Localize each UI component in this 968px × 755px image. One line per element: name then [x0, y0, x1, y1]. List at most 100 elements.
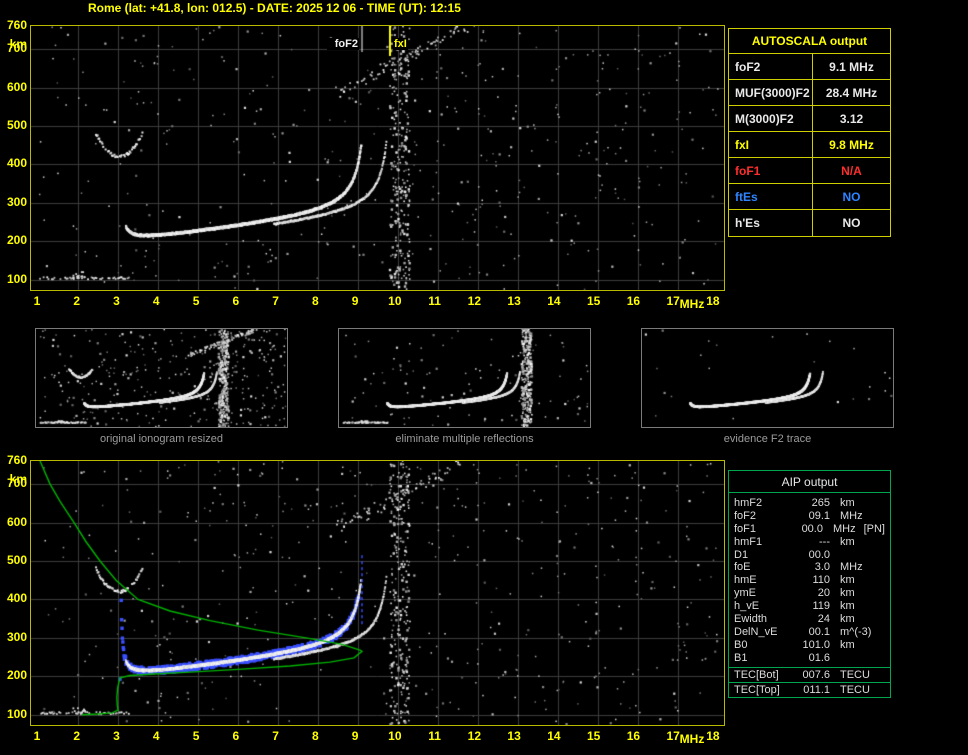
- autoscala-output-table: AUTOSCALA output foF2 9.1 MHz MUF(3000)F2 2…: [728, 28, 891, 237]
- aip-row: B1 01.6: [729, 652, 890, 665]
- thumbnail-original-ionogram: [35, 328, 288, 428]
- aip-label: B1: [734, 651, 748, 664]
- aip-value: 110: [812, 574, 830, 587]
- x-tick-label: 14: [547, 294, 561, 308]
- y-tick-label: 500: [6, 117, 27, 132]
- y-tick-label: 100: [6, 706, 27, 721]
- autoscala-row: fxI 9.8 MHz: [729, 132, 890, 158]
- aip-unit: km: [840, 535, 855, 548]
- y-tick-label: 500: [6, 552, 27, 567]
- x-tick-label: 15: [586, 729, 601, 743]
- aip-row: foF1 00.0 MHz [PN]: [729, 523, 890, 536]
- param-label: foF1: [729, 158, 813, 183]
- aip-value: 01.6: [808, 651, 830, 664]
- aip-value: 119: [812, 600, 830, 613]
- aip-row: TEC[Top] 011.1 TECU: [729, 683, 890, 697]
- x-tick-label: 4: [152, 729, 160, 743]
- x-tick-label: 4: [152, 294, 160, 308]
- x-axis-unit: MHz: [679, 732, 705, 746]
- aip-unit: km: [840, 638, 855, 651]
- y-axis-unit: km: [9, 472, 27, 486]
- aip-value: 24: [817, 613, 830, 626]
- param-label: ftEs: [729, 184, 813, 209]
- x-tick-label: 5: [192, 729, 200, 743]
- bottom-ionogram-panel: [30, 460, 725, 726]
- x-tick-label: 12: [467, 729, 482, 743]
- y-tick-label: 300: [6, 194, 27, 209]
- x-tick-label: 14: [547, 729, 561, 743]
- aip-label: hmF2: [734, 497, 763, 509]
- autoscala-row: foF1 N/A: [729, 158, 890, 184]
- autoscala-row: foF2 9.1 MHz: [729, 54, 890, 80]
- x-tick-label: 7: [272, 729, 279, 743]
- aip-tec-rows: TEC[Bot] 007.6 TECU TEC[Top] 011.1 TECU: [729, 668, 890, 697]
- aip-label: TEC[Top]: [734, 683, 780, 696]
- y-tick-label: 760: [6, 453, 27, 467]
- autoscala-row: ftEs NO: [729, 184, 890, 210]
- aip-unit: TECU: [840, 668, 870, 681]
- thumbnail-original-ionogram-canvas: [36, 329, 287, 427]
- aip-unit: MHz: [832, 522, 856, 535]
- x-tick-label: 12: [467, 294, 482, 308]
- x-tick-label: 13: [507, 729, 521, 743]
- y-tick-label: 600: [6, 79, 27, 94]
- param-label: fxI: [729, 132, 813, 157]
- aip-value: 00.1: [808, 625, 830, 638]
- aip-row: hmE 110 km: [729, 574, 890, 587]
- x-tick-label: 11: [428, 294, 441, 308]
- aip-value: 00.0: [801, 522, 823, 535]
- aip-label: B0: [734, 638, 748, 651]
- y-tick-label: 200: [6, 668, 27, 683]
- aip-output-table: AIP output hmF2 265 km foF2 09.1 MHz foF1 00.0 M…: [728, 470, 891, 698]
- x-tick-label: 3: [113, 729, 120, 743]
- y-tick-label: 760: [6, 18, 27, 32]
- aip-value: 101.0: [802, 638, 830, 651]
- aip-row: D1 00.0: [729, 549, 890, 562]
- y-tick-label: 400: [6, 156, 27, 171]
- aip-label: foE: [734, 561, 751, 574]
- y-tick-label: 600: [6, 514, 27, 529]
- aip-label: D1: [734, 548, 749, 561]
- param-value: N/A: [841, 164, 862, 178]
- thumbnail-eliminate-multiples: [338, 328, 591, 428]
- x-tick-label: 16: [626, 729, 641, 743]
- aip-value: 20: [817, 587, 830, 600]
- aip-extra: [PN]: [863, 522, 885, 535]
- aip-unit: km: [840, 600, 855, 613]
- autoscala-table-title: AUTOSCALA output: [729, 29, 890, 54]
- aip-unit: MHz: [840, 561, 863, 574]
- thumbnail-caption: eliminate multiple reflections: [395, 433, 534, 445]
- aip-unit: km: [840, 574, 855, 587]
- aip-unit: TECU: [840, 683, 870, 696]
- aip-value: ---: [819, 535, 830, 548]
- autoscala-row: MUF(3000)F2 28.4 MHz: [729, 80, 890, 106]
- aip-label: TEC[Bot]: [734, 668, 779, 681]
- station-header: Rome (lat: +41.8, lon: 012.5) - DATE: 20…: [88, 1, 461, 15]
- autoscala-row: h'Es NO: [729, 210, 890, 236]
- aip-label: hmE: [734, 574, 757, 587]
- aip-row: h_vE 119 km: [729, 600, 890, 613]
- thumbnail-caption: evidence F2 trace: [723, 433, 812, 445]
- x-tick-label: 6: [232, 294, 240, 308]
- y-axis-unit: km: [9, 37, 27, 51]
- aip-row: B0 101.0 km: [729, 639, 890, 652]
- aip-unit: km: [840, 497, 855, 509]
- aip-value: 00.0: [808, 548, 830, 561]
- x-tick-label: 8: [311, 729, 319, 743]
- autoscala-row: M(3000)F2 3.12: [729, 106, 890, 132]
- x-tick-label: 7: [272, 294, 279, 308]
- aip-label: ymE: [734, 587, 756, 600]
- x-tick-label: 8: [311, 294, 319, 308]
- aip-row: hmF1 --- km: [729, 536, 890, 549]
- aip-value: 265: [811, 497, 830, 509]
- autoscala-window: Rome (lat: +41.8, lon: 012.5) - DATE: 20…: [0, 0, 968, 755]
- param-value: 9.8 MHz: [829, 138, 874, 152]
- x-tick-label: 15: [586, 294, 601, 308]
- y-tick-label: 100: [6, 271, 27, 286]
- autoscala-table-body: foF2 9.1 MHz MUF(3000)F2 28.4 MHz M(3000)F2 3…: [729, 54, 890, 236]
- aip-label: foF2: [734, 509, 757, 522]
- foF2-marker-label: foF2: [327, 38, 359, 50]
- x-tick-label: 1: [33, 729, 41, 743]
- x-tick-label: 10: [388, 729, 402, 743]
- aip-value: 3.0: [814, 561, 830, 574]
